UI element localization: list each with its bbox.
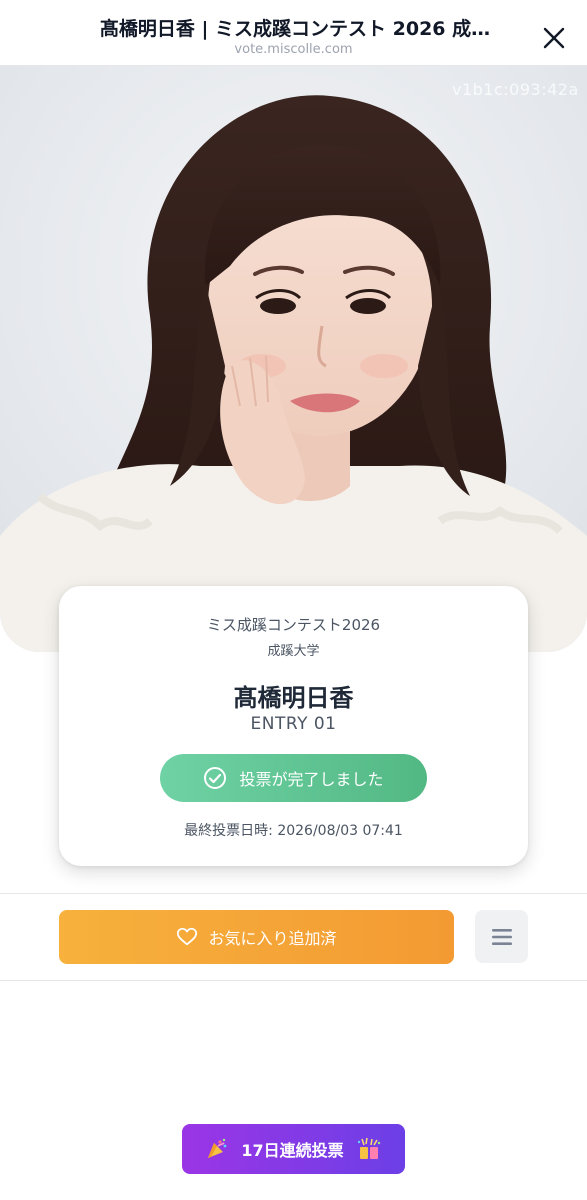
last-vote-time: 最終投票日時: 2026/08/03 07:41	[184, 823, 403, 839]
heart-icon	[176, 926, 198, 948]
watermark-top: v1b1c:093:42a	[452, 80, 579, 99]
celebration-icon	[356, 1137, 382, 1161]
candidate-name: 髙橋明日香	[233, 684, 354, 712]
contest-name: ミス成蹊コンテスト2026	[206, 616, 381, 634]
close-icon	[543, 27, 565, 49]
candidate-card: ミス成蹊コンテスト2026 成蹊大学 髙橋明日香 ENTRY 01 投票が完了し…	[59, 586, 528, 866]
streak-label: 17日連続投票	[241, 1141, 344, 1160]
vote-complete-button[interactable]: 投票が完了しました	[160, 754, 427, 802]
page-url: vote.miscolle.com	[234, 42, 353, 57]
entry-number: ENTRY 01	[250, 714, 337, 734]
header-bar: 髙橋明日香 | ミス成蹊コンテスト 2026 成… vote.miscolle.…	[0, 0, 587, 66]
close-button[interactable]	[536, 20, 572, 56]
vote-status-label: 投票が完了しました	[239, 770, 384, 789]
menu-icon	[491, 928, 512, 945]
party-popper-icon	[205, 1137, 229, 1161]
divider-bottom	[0, 980, 587, 981]
favorite-label: お気に入り追加済	[208, 929, 337, 948]
profile-photo: v1b1c:093:42a v1b1c:093:42a	[0, 66, 587, 652]
page-title: 髙橋明日香 | ミス成蹊コンテスト 2026 成…	[99, 18, 491, 40]
check-circle-icon	[203, 766, 227, 790]
streak-badge[interactable]: 17日連続投票	[182, 1124, 405, 1174]
menu-button[interactable]	[475, 910, 528, 963]
university-name: 成蹊大学	[267, 644, 320, 659]
divider-top	[0, 893, 587, 894]
favorite-button[interactable]: お気に入り追加済	[59, 910, 454, 964]
